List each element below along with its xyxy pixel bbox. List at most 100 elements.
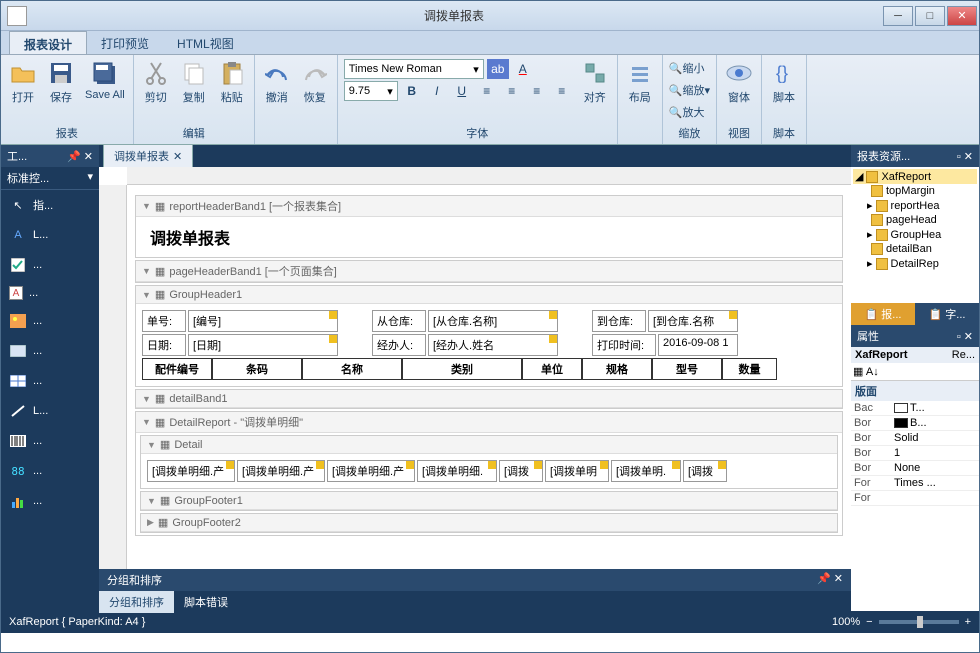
pin-icon[interactable]: ▫ [957, 331, 961, 343]
band-page-header[interactable]: ▼▦pageHeaderBand1 [一个页面集合] [135, 260, 843, 283]
collapse-icon[interactable]: ▼ [142, 201, 151, 211]
detail-cell[interactable]: [调拨 [499, 460, 543, 482]
tool-digits[interactable]: 88... [1, 456, 99, 486]
tool-barcode[interactable]: ... [1, 426, 99, 456]
chevron-down-icon[interactable]: ▾ [87, 170, 93, 186]
detail-cell[interactable]: [调拨单明 [545, 460, 609, 482]
tree-root[interactable]: ◢XafReport [853, 169, 977, 184]
zoom-fit-button[interactable]: 🔍缩放▾ [667, 79, 712, 101]
tree-item[interactable]: ▸GroupHea [853, 227, 977, 242]
zoom-in-button[interactable]: 🔍放大 [667, 101, 712, 123]
close-icon[interactable]: ✕ [964, 331, 973, 343]
band-detail-report[interactable]: ▼▦DetailReport - "调拨单明细" ▼▦Detail [调拨单明细… [135, 411, 843, 536]
highlight-button[interactable]: ab [487, 59, 509, 79]
alphabetical-button[interactable]: A↓ [866, 366, 879, 378]
minimize-button[interactable]: ─ [883, 6, 913, 26]
cut-button[interactable]: 剪切 [138, 57, 174, 107]
window-button[interactable]: 窗体 [721, 57, 757, 107]
saveall-button[interactable]: Save All [81, 57, 129, 103]
tool-richtext[interactable]: A... [1, 280, 99, 306]
pin-icon[interactable]: 📌 [817, 573, 831, 585]
label-billno[interactable]: 单号: [142, 310, 186, 332]
pin-icon[interactable]: ▫ [957, 151, 961, 163]
close-icon[interactable]: ✕ [834, 573, 843, 585]
close-icon[interactable]: ✕ [173, 150, 182, 163]
collapse-icon[interactable]: ▼ [142, 417, 151, 427]
script-button[interactable]: {}脚本 [766, 57, 802, 107]
property-row[interactable]: BorSolid [851, 431, 979, 446]
property-row[interactable]: ForTimes ... [851, 476, 979, 491]
zoom-out-button[interactable]: − [866, 616, 872, 628]
tool-label[interactable]: AL... [1, 220, 99, 250]
tab-script-errors[interactable]: 脚本错误 [174, 591, 238, 613]
bold-button[interactable]: B [401, 81, 423, 101]
band-group-footer-1[interactable]: ▼▦GroupFooter1 [140, 491, 838, 511]
tab-report-explorer[interactable]: 📋 报... [851, 303, 915, 325]
property-object-selector[interactable]: XafReportRe... [851, 347, 979, 363]
property-row[interactable]: BorNone [851, 461, 979, 476]
tool-chart[interactable]: ... [1, 486, 99, 516]
band-group-header[interactable]: ▼▦GroupHeader1 单号: [编号] 从仓库: [从仓库.名称] 到仓… [135, 285, 843, 387]
collapse-icon[interactable]: ▼ [147, 496, 156, 506]
zoom-out-button[interactable]: 🔍缩小 [667, 57, 712, 79]
font-size-combo[interactable]: 9.75▾ [344, 81, 398, 101]
property-row[interactable]: BacT... [851, 401, 979, 416]
band-detail-band[interactable]: ▼▦detailBand1 [135, 389, 843, 409]
collapse-icon[interactable]: ▼ [142, 290, 151, 300]
italic-button[interactable]: I [426, 81, 448, 101]
report-canvas[interactable]: ▼▦reportHeaderBand1 [一个报表集合] 调拨单报表 ▼▦pag… [127, 185, 851, 569]
field-fromwh[interactable]: [从仓库.名称] [428, 310, 558, 332]
tab-design[interactable]: 报表设计 [9, 31, 87, 54]
field-handler[interactable]: [经办人.姓名 [428, 334, 558, 356]
align-right-button[interactable]: ≡ [526, 81, 548, 101]
collapse-icon[interactable]: ▼ [142, 394, 151, 404]
tab-field-list[interactable]: 📋 字... [915, 303, 979, 325]
field-billno[interactable]: [编号] [188, 310, 338, 332]
tree-item[interactable]: topMargin [853, 184, 977, 198]
zoom-in-button[interactable]: + [965, 616, 971, 628]
detail-cell[interactable]: [调拨单明. [611, 460, 681, 482]
detail-cell[interactable]: [调拨单明细. [417, 460, 497, 482]
tree-item[interactable]: ▸DetailRep [853, 256, 977, 271]
field-date[interactable]: [日期] [188, 334, 338, 356]
label-towh[interactable]: 到仓库: [592, 310, 646, 332]
label-date[interactable]: 日期: [142, 334, 186, 356]
collapse-icon[interactable]: ▼ [147, 440, 156, 450]
tool-checkbox[interactable]: ... [1, 250, 99, 280]
band-detail[interactable]: ▼▦Detail [调拨单明细.产 [调拨单明细.产 [调拨单明细.产 [调拨单… [140, 435, 838, 489]
horizontal-ruler[interactable] [127, 167, 851, 185]
tool-image[interactable]: ... [1, 306, 99, 336]
band-group-footer-2[interactable]: ▶▦GroupFooter2 [140, 513, 838, 533]
vertical-ruler[interactable] [99, 185, 127, 569]
detail-cell[interactable]: [调拨单明细.产 [327, 460, 415, 482]
pin-icon[interactable]: 📌 ✕ [67, 150, 93, 163]
font-color-button[interactable]: A [512, 59, 534, 79]
property-row[interactable]: Bor1 [851, 446, 979, 461]
tool-table[interactable]: ... [1, 366, 99, 396]
report-title[interactable]: 调拨单报表 [142, 221, 836, 253]
save-button[interactable]: 保存 [43, 57, 79, 107]
label-fromwh[interactable]: 从仓库: [372, 310, 426, 332]
open-button[interactable]: 打开 [5, 57, 41, 107]
report-explorer-tree[interactable]: ◢XafReport topMargin ▸reportHea pageHead… [851, 167, 979, 303]
tool-line[interactable]: L... [1, 396, 99, 426]
redo-button[interactable]: 恢复 [297, 57, 333, 107]
align-left-button[interactable]: ≡ [476, 81, 498, 101]
tool-pointer[interactable]: ↖指... [1, 190, 99, 220]
tree-item[interactable]: detailBan [853, 242, 977, 256]
zoom-slider[interactable] [879, 620, 959, 624]
label-handler[interactable]: 经办人: [372, 334, 426, 356]
column-header-row[interactable]: 配件编号 条码 名称 类别 单位 规格 型号 数量 [142, 358, 836, 380]
close-button[interactable]: ✕ [947, 6, 977, 26]
copy-button[interactable]: 复制 [176, 57, 212, 107]
tree-item[interactable]: ▸reportHea [853, 198, 977, 213]
property-row[interactable]: BorB... [851, 416, 979, 431]
align-center-button[interactable]: ≡ [501, 81, 523, 101]
band-report-header[interactable]: ▼▦reportHeaderBand1 [一个报表集合] 调拨单报表 [135, 195, 843, 258]
field-towh[interactable]: [到仓库.名称 [648, 310, 738, 332]
property-row[interactable]: For [851, 491, 979, 506]
detail-cell[interactable]: [调拨单明细.产 [237, 460, 325, 482]
layout-button[interactable]: 布局 [622, 57, 658, 107]
paste-button[interactable]: 粘贴 [214, 57, 250, 107]
undo-button[interactable]: 撤消 [259, 57, 295, 107]
